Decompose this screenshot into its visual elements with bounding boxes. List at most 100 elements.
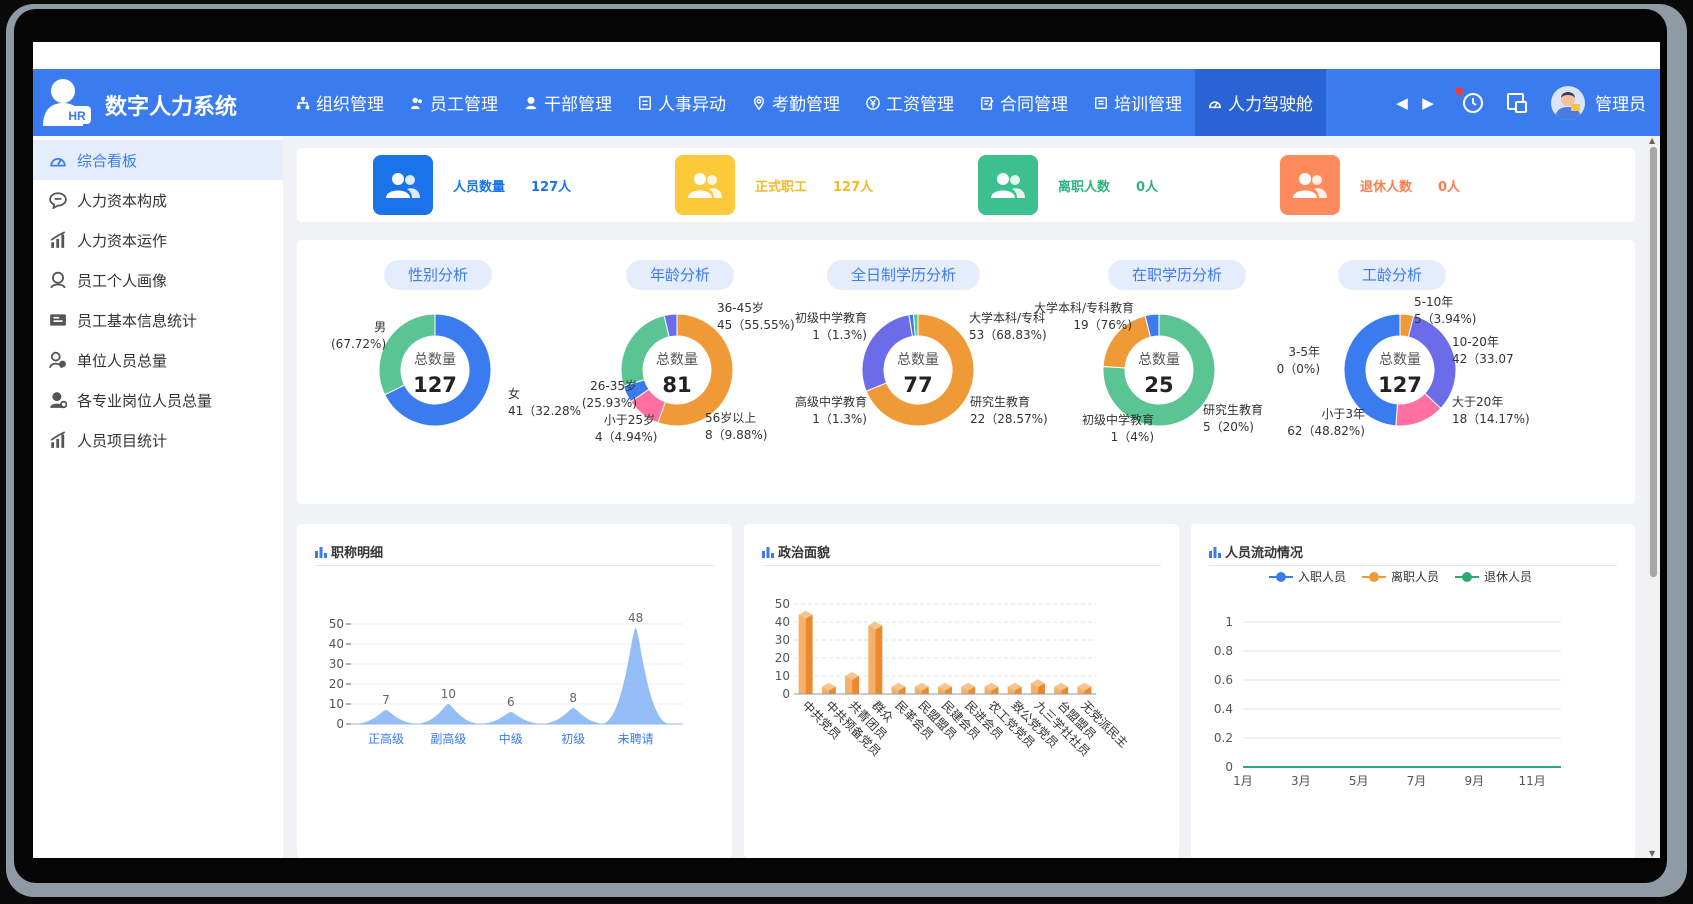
slice-percent: 5（3.94%) (1414, 312, 1477, 326)
area-peak[interactable] (351, 710, 421, 724)
slice-name: 研究生教育 (1203, 403, 1264, 417)
sidebar-item-4[interactable]: 员工基本信息统计 (33, 300, 283, 340)
donut-title-tab[interactable]: 全日制学历分析 (827, 260, 981, 290)
screen-switch-icon[interactable] (1505, 91, 1529, 115)
nav-item-label: 组织管理 (316, 95, 384, 115)
donut-total: 81 (662, 373, 691, 397)
slice-name: 36-45岁 (717, 301, 764, 315)
y-tick-label: 0 (782, 687, 790, 701)
nav-prev-arrow-icon[interactable]: ◀ (1389, 94, 1415, 112)
x-tick-label: 7月 (1407, 774, 1427, 788)
nav-item-label: 人事异动 (658, 95, 726, 115)
app-title: 数字人力系统 (105, 95, 238, 120)
stat-value: 127人 (833, 179, 874, 195)
donut-slice-label: 56岁以上 8（9.88%) (705, 410, 767, 444)
bar[interactable] (1007, 682, 1022, 694)
bar[interactable] (1030, 679, 1045, 694)
nav-item-1[interactable]: 员工管理 (397, 69, 511, 136)
stat-label: 离职人数 (1058, 179, 1111, 195)
nav-item-7[interactable]: 培训管理 (1081, 69, 1195, 136)
donut-total: 77 (903, 373, 932, 397)
donut-slice-label: 初级中学教育 1（4%) (1034, 412, 1154, 446)
dashboard-icon (1208, 96, 1222, 110)
nav-item-4[interactable]: 考勤管理 (739, 69, 853, 136)
nav-item-8[interactable]: 人力驾驶舱 (1195, 69, 1326, 136)
donut-slice-label: 3-5年 0（0%) (1275, 344, 1320, 378)
scroll-thumb[interactable] (1650, 147, 1657, 577)
clock-icon[interactable] (1455, 86, 1485, 115)
sidebar-item-1[interactable]: 人力资本构成 (33, 180, 283, 220)
y-tick-label: 50 (329, 617, 344, 631)
y-tick-label: 50 (775, 597, 790, 611)
slice-name: 初级中学教育 (794, 311, 867, 325)
y-tick-label: 10 (329, 697, 344, 711)
user-tie-icon (49, 391, 67, 409)
bar[interactable] (821, 682, 836, 694)
slice-name: 初级中学教育 (1081, 413, 1154, 427)
area-peak[interactable] (414, 704, 483, 724)
slice-percent: (25.93%) (581, 396, 637, 410)
data-label: 10 (441, 687, 456, 701)
area-peak[interactable] (601, 628, 670, 724)
bar[interactable] (1077, 682, 1092, 694)
nav-item-5[interactable]: 工资管理 (853, 69, 967, 136)
stat-card: 退休人数 0人 (1280, 155, 1460, 215)
nav-next-arrow-icon[interactable]: ▶ (1415, 94, 1441, 112)
yen-icon (866, 95, 880, 110)
bar[interactable] (868, 621, 883, 694)
bar[interactable] (845, 672, 860, 694)
sidebar-item-5[interactable]: 单位人员总量 (33, 340, 283, 380)
nav-item-label: 培训管理 (1114, 95, 1182, 115)
nav-item-0[interactable]: 组织管理 (283, 69, 397, 136)
sidebar-item-label: 员工基本信息统计 (77, 311, 198, 330)
vertical-scrollbar[interactable]: ▲ ▼ (1646, 136, 1660, 858)
bar[interactable] (1054, 682, 1069, 694)
slice-percent: 45（55.55%) (717, 318, 795, 332)
area-peak[interactable] (476, 712, 546, 724)
sidebar-item-0[interactable]: 综合看板 (33, 140, 283, 180)
bar[interactable] (961, 682, 976, 694)
stat-card: 正式职工 127人 (675, 155, 873, 215)
donut-title-tab[interactable]: 工龄分析 (1338, 260, 1447, 290)
slice-percent: 62（48.82%) (1287, 424, 1365, 438)
sidebar-item-6[interactable]: 各专业岗位人员总量 (33, 380, 283, 420)
donut-card: 工龄分析 总数量 127 5-10年 5（3.94%) 10-20年 42（33.07 大于2… (1275, 240, 1545, 504)
nav-item-3[interactable]: 人事异动 (625, 69, 739, 136)
sidebar-item-2[interactable]: 人力资本运作 (33, 220, 283, 260)
scroll-up-arrow-icon[interactable]: ▲ (1649, 136, 1655, 145)
y-tick-label: 20 (329, 677, 344, 691)
stats-bar: 人员数量 127人 正式职工 127人 离职人数 0人 退休人数 0人 (297, 148, 1635, 222)
slice-name: 男 (374, 320, 387, 334)
bar[interactable] (798, 610, 813, 694)
scroll-down-arrow-icon[interactable]: ▼ (1649, 849, 1655, 858)
donut-title-tab[interactable]: 年龄分析 (626, 260, 735, 290)
user-avatar[interactable] (1551, 85, 1585, 120)
sidebar-item-label: 人力资本运作 (77, 231, 168, 250)
sidebar-item-label: 各专业岗位人员总量 (77, 391, 213, 410)
bar[interactable] (891, 682, 906, 694)
area-peak[interactable] (538, 708, 608, 724)
sidebar-item-7[interactable]: 人员项目统计 (33, 420, 283, 460)
slice-percent: 5（20%) (1203, 420, 1254, 434)
donut-center-label: 总数量 (656, 352, 698, 368)
users-icon (410, 96, 424, 110)
bar[interactable] (984, 682, 999, 694)
slice-name: 小于3年 (1321, 407, 1365, 421)
y-tick-label: 20 (775, 651, 790, 665)
slice-percent: 1（1.3%) (812, 328, 867, 342)
user-name[interactable]: 管理员 (1595, 90, 1646, 115)
politics-chart: 01020304050中共党员中共预备党员共青团员群众民革会员民盟盟员民建会员民… (775, 597, 1132, 759)
donut-title-tab[interactable]: 在职学历分析 (1108, 260, 1247, 290)
stat-value: 0人 (1438, 179, 1461, 195)
bar[interactable] (938, 682, 952, 694)
stat-label: 退休人数 (1360, 179, 1413, 195)
donut-card: 年龄分析 总数量 81 36-45岁 45（55.55%) 56岁以上 8（9.88%) 小于… (552, 240, 822, 504)
nav-item-2[interactable]: 干部管理 (511, 69, 625, 136)
bar[interactable] (914, 682, 929, 694)
donut-title-tab[interactable]: 性别分析 (384, 260, 493, 290)
sidebar-item-3[interactable]: 员工个人画像 (33, 260, 283, 300)
nav-item-6[interactable]: 合同管理 (967, 69, 1081, 136)
sidebar-item-label: 单位人员总量 (77, 351, 168, 370)
stat-value: 127人 (531, 179, 572, 195)
transfer-icon (638, 95, 652, 110)
